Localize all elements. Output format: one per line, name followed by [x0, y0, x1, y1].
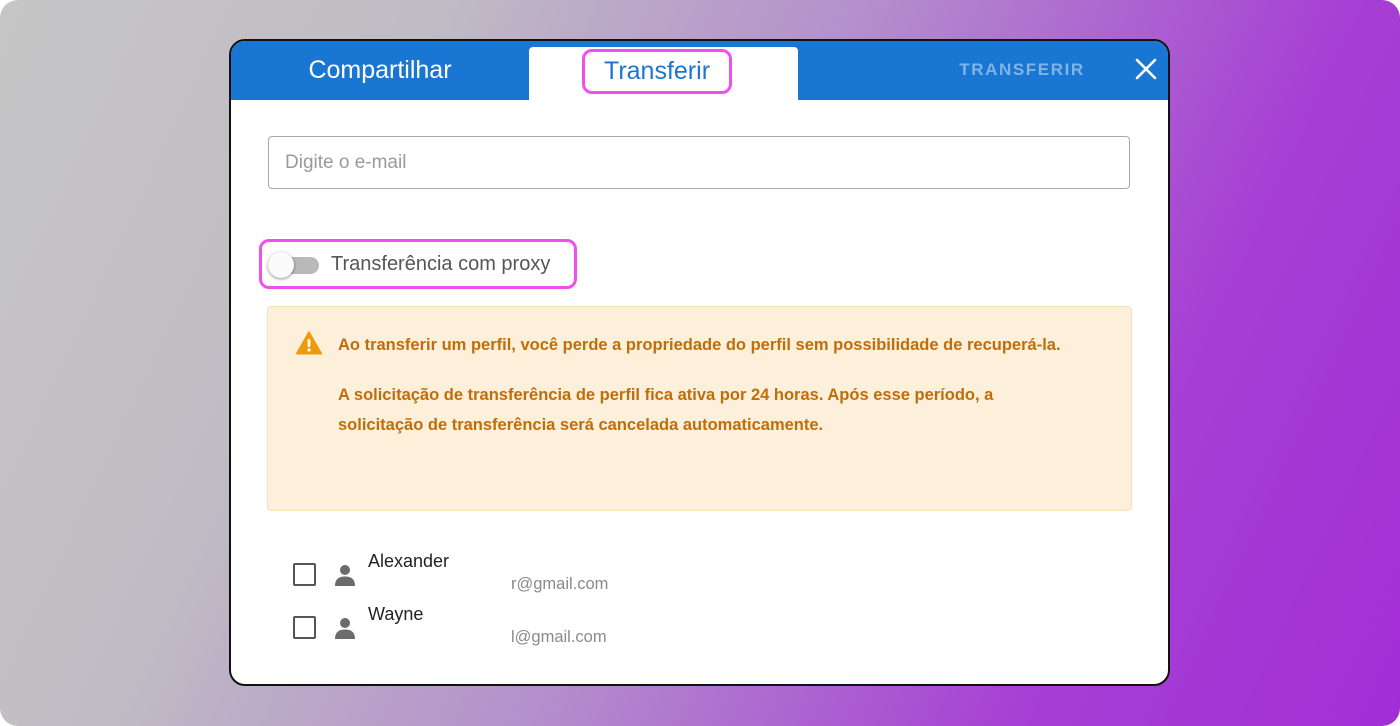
user-row: Wayne l@gmail.com: [231, 599, 1168, 652]
tab-transferir-label: Transferir: [582, 49, 732, 94]
proxy-toggle[interactable]: Transferência com proxy: [259, 239, 577, 289]
user-name: Wayne: [368, 604, 424, 624]
user-email: l@gmail.com: [511, 628, 607, 646]
warning-icon: [296, 331, 322, 355]
user-checkbox[interactable]: [293, 563, 316, 586]
transfer-dialog: Compartilhar Transferir TRANSFERIR Trans…: [229, 39, 1170, 686]
person-icon: [335, 618, 355, 639]
warning-text: Ao transferir um perfil, você perde a pr…: [338, 330, 1078, 440]
dialog-header: Compartilhar Transferir TRANSFERIR: [231, 41, 1168, 100]
user-name: Alexander: [368, 551, 450, 571]
background: Compartilhar Transferir TRANSFERIR Trans…: [0, 0, 1400, 726]
warning-paragraph: A solicitação de transferência de perfil…: [338, 386, 994, 434]
proxy-toggle-label: Transferência com proxy: [331, 253, 551, 275]
email-input[interactable]: [268, 136, 1130, 189]
warning-alert: Ao transferir um perfil, você perde a pr…: [267, 306, 1132, 511]
person-icon: [335, 565, 355, 586]
user-checkbox[interactable]: [293, 616, 316, 639]
transfer-button[interactable]: TRANSFERIR: [947, 55, 1097, 85]
close-button[interactable]: [1131, 54, 1161, 84]
close-icon: [1135, 58, 1157, 80]
warning-paragraph: Ao transferir um perfil, você perde a pr…: [338, 336, 1061, 354]
user-row: Alexander r@gmail.com: [231, 546, 1168, 599]
tab-compartilhar-label: Compartilhar: [308, 56, 452, 84]
user-email: r@gmail.com: [511, 575, 609, 593]
tab-transferir[interactable]: Transferir: [529, 47, 798, 100]
toggle-thumb: [268, 252, 294, 278]
tab-compartilhar[interactable]: Compartilhar: [231, 41, 529, 100]
user-list: Alexander r@gmail.com Wayne l@gmail.com: [231, 546, 1168, 652]
